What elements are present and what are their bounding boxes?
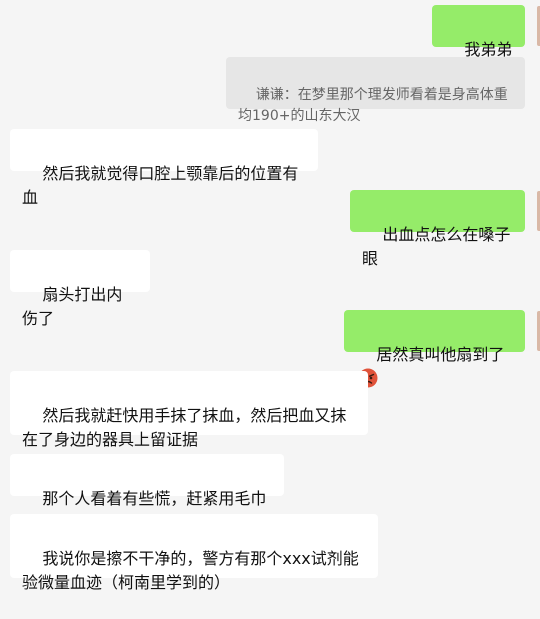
message-text: 居然真叫他扇到了 [376, 345, 505, 364]
quoted-message[interactable]: 谦谦：在梦里那个理发师看着是身高体重均190+的山东大汉 [226, 57, 525, 124]
chat-message-list: 我弟弟吗 谦谦：在梦里那个理发师看着是身高体重均190+的山东大汉 然后我就觉得… [0, 0, 540, 592]
chat-bubble-self[interactable]: 我弟弟吗 [432, 5, 525, 83]
quote-text: 谦谦：在梦里那个理发师看着是身高体重均190+的山东大汉 [238, 87, 508, 124]
chat-bubble-self[interactable]: 居然真叫他扇到了 [344, 310, 525, 388]
chat-bubble-other[interactable]: 然后我就赶快用手抹了抹血，然后把血又抹在了身边的器具上留证据 [10, 371, 368, 449]
chat-bubble-other[interactable]: 我说你是擦不干净的，警方有那个xxx试剂能验微量血迹（柯南里学到的） [10, 514, 378, 592]
chat-bubble-other[interactable]: 然后我就觉得口腔上颚靠后的位置有血 [10, 129, 318, 207]
chat-bubble-other[interactable]: 扇头打出内伤了 [10, 250, 150, 328]
message-text: 然后我就赶快用手抹了抹血，然后把血又抹在了身边的器具上留证据 [22, 406, 347, 449]
message-text: 然后我就觉得口腔上颚靠后的位置有血 [22, 164, 299, 207]
chat-bubble-self[interactable]: 出血点怎么在嗓子眼 [350, 190, 525, 268]
message-text: 出血点怎么在嗓子眼 [362, 225, 511, 268]
chat-bubble-other[interactable]: 那个人看着有些慌，赶紧用毛巾擦 [10, 454, 284, 532]
message-text: 扇头打出内伤了 [22, 285, 123, 328]
message-text: 我说你是擦不干净的，警方有那个xxx试剂能验微量血迹（柯南里学到的） [22, 549, 359, 592]
